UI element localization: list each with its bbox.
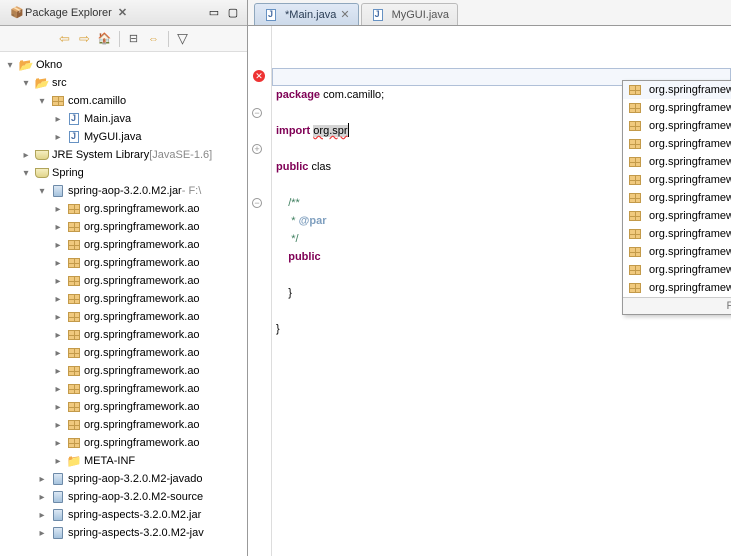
java-file-icon [66, 129, 82, 145]
java-file-icon [370, 7, 386, 23]
package-explorer-header: 📦 Package Explorer ✕ ▭ ▢ [0, 0, 247, 26]
view-menu-icon[interactable] [175, 31, 191, 47]
tree-jar[interactable]: ▸spring-aspects-3.2.0.M2-jav [0, 524, 247, 542]
tree-package[interactable]: ▸org.springframework.ao [0, 254, 247, 272]
tree-package[interactable]: ▸org.springframework.ao [0, 380, 247, 398]
close-icon[interactable]: ✕ [118, 6, 127, 19]
library-icon [34, 147, 50, 163]
minimize-icon[interactable]: ▭ [206, 5, 222, 21]
tree-package[interactable]: ▸org.springframework.ao [0, 344, 247, 362]
tree-package[interactable]: ▸org.springframework.ao [0, 434, 247, 452]
collapse-icon[interactable]: + [252, 144, 262, 154]
package-icon [66, 399, 82, 415]
tree-package[interactable]: ▸org.springframework.ao [0, 200, 247, 218]
maximize-icon[interactable]: ▢ [225, 5, 241, 21]
code-editor[interactable]: ✕ − + − package com.camillo; import org.… [248, 26, 731, 556]
collapse-icon[interactable]: − [252, 198, 262, 208]
tree-file-mygui[interactable]: ▸MyGUI.java [0, 128, 247, 146]
tab-label: MyGUI.java [392, 9, 449, 21]
tree-jar[interactable]: ▸spring-aop-3.2.0.M2-source [0, 488, 247, 506]
collapse-icon[interactable]: − [252, 108, 262, 118]
package-icon [66, 237, 82, 253]
package-icon [66, 417, 82, 433]
project-explorer-icon: 📦 [9, 5, 25, 21]
package-icon [66, 219, 82, 235]
code-content[interactable]: package com.camillo; import org.spr publ… [272, 26, 731, 556]
tree-package[interactable]: ▸org.springframework.ao [0, 416, 247, 434]
tree-package[interactable]: ▸org.springframework.ao [0, 362, 247, 380]
tab-label: *Main.java [285, 9, 336, 21]
jar-icon [50, 471, 66, 487]
tab-mygui[interactable]: MyGUI.java [361, 3, 458, 25]
tree-spring[interactable]: ▾Spring [0, 164, 247, 182]
close-icon[interactable]: ✕ [340, 8, 349, 21]
project-icon [18, 57, 34, 73]
tree-metainf[interactable]: ▸META-INF [0, 452, 247, 470]
tree-package[interactable]: ▸org.springframework.ao [0, 398, 247, 416]
editor-area: *Main.java ✕ MyGUI.java ✕ − + − package c… [248, 0, 731, 556]
library-icon [34, 165, 50, 181]
editor-tabs: *Main.java ✕ MyGUI.java [248, 0, 731, 26]
package-icon [66, 435, 82, 451]
java-file-icon [263, 7, 279, 23]
package-icon [66, 327, 82, 343]
tree-package[interactable]: ▸org.springframework.ao [0, 290, 247, 308]
link-editor-icon[interactable] [146, 31, 162, 47]
package-icon [66, 291, 82, 307]
back-icon[interactable] [57, 31, 73, 47]
package-icon [66, 345, 82, 361]
tree-jar[interactable]: ▸spring-aspects-3.2.0.M2.jar [0, 506, 247, 524]
jar-icon [50, 489, 66, 505]
tree-package[interactable]: ▸org.springframework.ao [0, 308, 247, 326]
package-icon [50, 93, 66, 109]
tree-jre[interactable]: ▸JRE System Library [JavaSE-1.6] [0, 146, 247, 164]
tree-package[interactable]: ▸org.springframework.ao [0, 218, 247, 236]
package-icon [66, 273, 82, 289]
tree-src-folder[interactable]: ▾src [0, 74, 247, 92]
error-icon[interactable]: ✕ [253, 70, 265, 82]
editor-gutter: ✕ − + − [248, 26, 272, 556]
package-icon [66, 309, 82, 325]
folder-icon [66, 453, 82, 469]
package-explorer-tree: ▾Okno ▾src ▾com.camillo ▸Main.java ▸MyGU… [0, 52, 247, 556]
package-explorer-toolbar: 🏠 [0, 26, 247, 52]
tree-package[interactable]: ▸org.springframework.ao [0, 272, 247, 290]
tree-package[interactable]: ▸org.springframework.ao [0, 236, 247, 254]
jar-icon [50, 183, 66, 199]
forward-icon[interactable] [77, 31, 93, 47]
source-folder-icon [34, 75, 50, 91]
tree-file-main[interactable]: ▸Main.java [0, 110, 247, 128]
package-icon [66, 363, 82, 379]
tree-package[interactable]: ▸org.springframework.ao [0, 326, 247, 344]
tab-main[interactable]: *Main.java ✕ [254, 3, 359, 25]
tree-project[interactable]: ▾Okno [0, 56, 247, 74]
package-explorer-title: Package Explorer [25, 7, 112, 19]
jar-icon [50, 525, 66, 541]
package-icon [66, 381, 82, 397]
jar-icon [50, 507, 66, 523]
tree-package[interactable]: ▾com.camillo [0, 92, 247, 110]
package-explorer-view: 📦 Package Explorer ✕ ▭ ▢ 🏠 ▾Okno ▾src ▾c… [0, 0, 248, 556]
tree-jar[interactable]: ▸spring-aop-3.2.0.M2-javado [0, 470, 247, 488]
package-icon [66, 255, 82, 271]
up-icon[interactable]: 🏠 [97, 31, 113, 47]
tree-jar-springaop[interactable]: ▾spring-aop-3.2.0.M2.jar - F:\ [0, 182, 247, 200]
collapse-all-icon[interactable] [126, 31, 142, 47]
java-file-icon [66, 111, 82, 127]
package-icon [66, 201, 82, 217]
